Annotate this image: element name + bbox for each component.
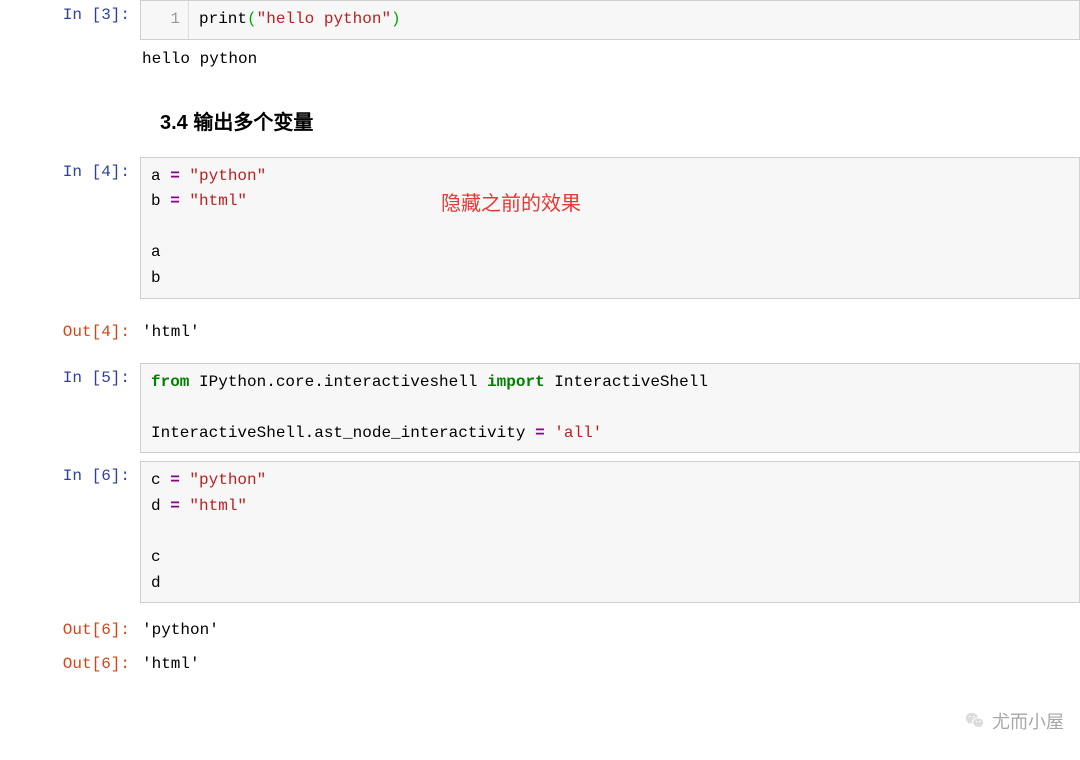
stdout-3: hello python <box>140 44 1080 72</box>
in-prompt-6: In [6]: <box>0 461 140 485</box>
code-input-3[interactable]: 1 print("hello python") <box>140 0 1080 40</box>
watermark: 尤而小屋 <box>964 708 1064 734</box>
code-body[interactable]: print("hello python") <box>189 1 1079 39</box>
out-value-6a: 'python' <box>140 615 1080 643</box>
code-cell-5: In [5]: from IPython.core.interactiveshe… <box>0 363 1080 454</box>
out-value-6b: 'html' <box>140 649 1080 677</box>
in-prompt-5: In [5]: <box>0 363 140 387</box>
code-input-5[interactable]: from IPython.core.interactiveshell impor… <box>140 363 1080 454</box>
code-body[interactable]: c = "python" d = "html" c d <box>141 462 1079 602</box>
wechat-icon <box>964 710 986 732</box>
out-prompt-6a: Out[6]: <box>0 615 140 639</box>
out-prompt-6b: Out[6]: <box>0 649 140 673</box>
red-annotation: 隐藏之前的效果 <box>441 188 581 220</box>
code-input-6[interactable]: c = "python" d = "html" c d <box>140 461 1080 603</box>
in-prompt-4: In [4]: <box>0 157 140 181</box>
code-input-4[interactable]: a = "python" b = "html" a b隐藏之前的效果 <box>140 157 1080 299</box>
section-heading-3-4: 3.4 输出多个变量 <box>160 106 1080 135</box>
line-gutter: 1 <box>141 1 189 39</box>
watermark-text: 尤而小屋 <box>992 708 1064 734</box>
code-cell-4: In [4]: a = "python" b = "html" a b隐藏之前的… <box>0 157 1080 345</box>
code-body[interactable]: a = "python" b = "html" a b隐藏之前的效果 <box>141 158 1079 298</box>
out-prompt-4: Out[4]: <box>0 317 140 341</box>
jupyter-notebook: In [3]: 1 print("hello python") hello py… <box>0 0 1080 760</box>
code-cell-3: In [3]: 1 print("hello python") hello py… <box>0 0 1080 72</box>
code-body[interactable]: from IPython.core.interactiveshell impor… <box>141 364 1079 453</box>
in-prompt-3: In [3]: <box>0 0 140 24</box>
out-value-4: 'html' <box>140 317 1080 345</box>
code-cell-6: In [6]: c = "python" d = "html" c d Out[… <box>0 461 1080 677</box>
